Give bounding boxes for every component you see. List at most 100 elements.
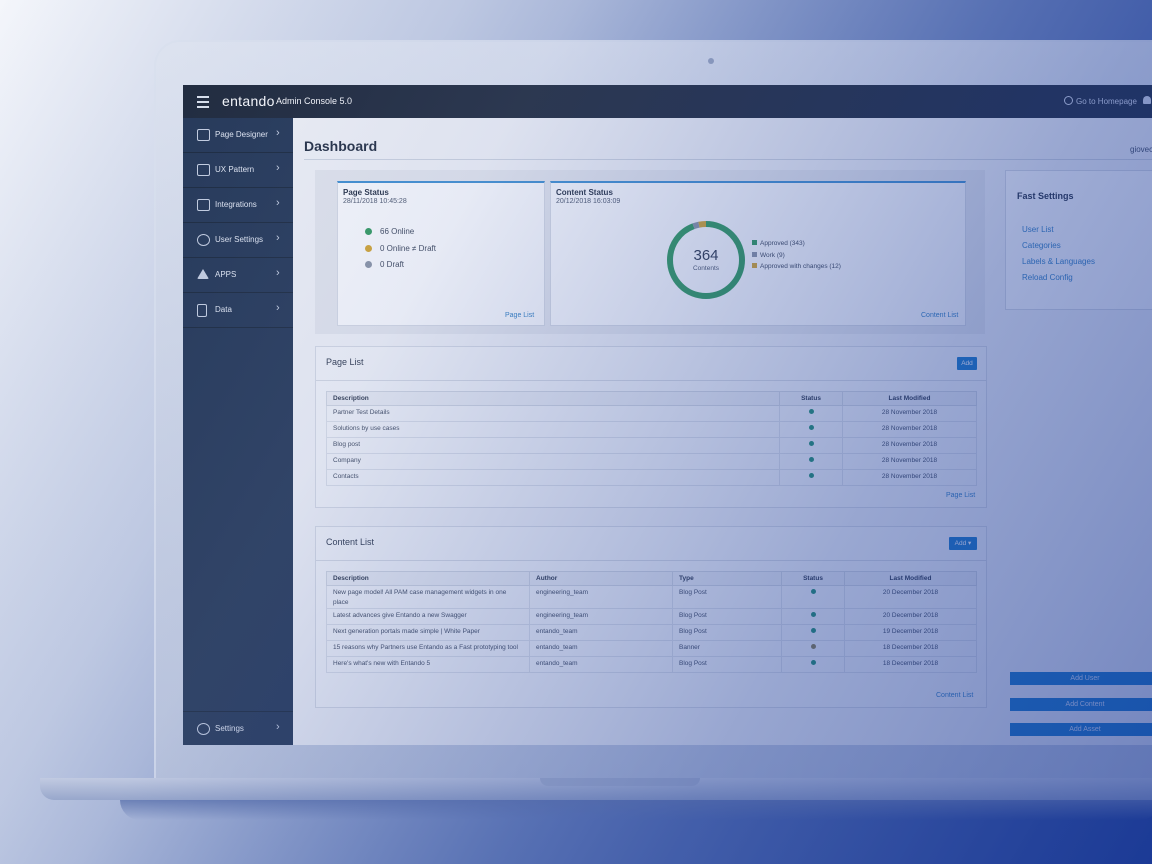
draft-dot-icon [365,261,372,268]
chevron-right-icon: › [276,267,280,279]
console-title: Admin Console 5.0 [276,96,353,106]
table-row[interactable]: Company 28 November 2018 [326,453,977,470]
labels-languages-link[interactable]: Labels & Languages [1022,257,1095,266]
content-list-title: Content List [326,537,375,547]
rocket-icon [197,269,209,279]
page-designer-icon [197,129,210,141]
content-status-card: Content Status 20/12/2018 16:03:09 364 C… [550,181,966,326]
status-dot-icon [810,589,816,594]
page-list-add-button[interactable]: Add [957,357,977,370]
status-online: 66 Online [365,227,414,236]
laptop-camera [708,58,714,64]
col-author: Author [529,571,673,586]
page-list-link[interactable]: Page List [505,312,534,319]
chevron-right-icon: › [276,197,280,209]
status-dot-icon [808,441,814,446]
status-dot-icon [810,660,816,665]
donut-total: 364 [693,247,719,264]
integrations-icon [197,199,210,211]
fast-settings-panel: Fast Settings User List Categories Label… [1005,170,1152,310]
chevron-right-icon: › [276,721,280,733]
col-type: Type [672,571,782,586]
page-list-footer-link[interactable]: Page List [946,492,975,499]
content-list-table: Description Author Type Status Last Modi… [326,571,977,673]
status-online-draft: 0 Online ≠ Draft [365,244,436,253]
username[interactable]: giovec [1130,145,1152,154]
table-row[interactable]: Blog post 28 November 2018 [326,437,977,454]
content-list-add-button[interactable]: Add ▾ [949,537,977,550]
sidebar-item-integrations[interactable]: Integrations › [183,188,293,223]
table-row[interactable]: Partner Test Details 28 November 2018 [326,405,977,422]
status-dot-icon [810,628,816,633]
main-content: Dashboard giovec Page Status 28/11/2018 … [293,118,1152,745]
add-user-button[interactable]: Add User [1010,672,1152,685]
reload-config-link[interactable]: Reload Config [1022,273,1073,282]
sidebar-item-settings[interactable]: Settings › [183,711,293,745]
donut-total-label: Contents [692,265,720,272]
table-row[interactable]: Next generation portals made simple | Wh… [326,624,977,641]
col-description: Description [326,391,780,406]
online-draft-dot-icon [365,245,372,252]
page-list-title: Page List [326,357,364,367]
status-draft: 0 Draft [365,260,404,269]
legend-work: Work (9) [752,252,785,259]
add-content-button[interactable]: Add Content [1010,698,1152,711]
top-bar: entando Admin Console 5.0 Go to Homepage [183,85,1152,118]
chevron-right-icon: › [276,127,280,139]
col-last-modified: Last Modified [844,571,977,586]
bell-icon[interactable] [1143,96,1151,104]
chevron-right-icon: › [276,302,280,314]
content-status-date: 20/12/2018 16:03:09 [556,198,621,205]
table-row[interactable]: Contacts 28 November 2018 [326,469,977,486]
col-description: Description [326,571,530,586]
section-divider [316,380,986,381]
section-divider [316,560,986,561]
page-status-title: Page Status [343,188,389,197]
col-status: Status [779,391,843,406]
content-list-link[interactable]: Content List [921,312,958,319]
title-divider [304,159,1152,160]
legend-approved: Approved (343) [752,240,805,247]
chevron-right-icon: › [276,162,280,174]
page-status-date: 28/11/2018 10:45:28 [343,198,407,205]
col-status: Status [781,571,845,586]
laptop-notch [540,778,700,786]
status-dot-icon [808,425,814,430]
sidebar-item-data[interactable]: Data › [183,293,293,328]
chevron-right-icon: › [276,232,280,244]
table-row[interactable]: 15 reasons why Partners use Entando as a… [326,640,977,657]
status-dot-icon [810,644,816,649]
page-status-card: Page Status 28/11/2018 10:45:28 66 Onlin… [337,181,545,326]
page-title: Dashboard [304,138,378,154]
col-last-modified: Last Modified [842,391,977,406]
categories-link[interactable]: Categories [1022,241,1061,250]
user-list-link[interactable]: User List [1022,225,1054,234]
hamburger-menu-icon[interactable] [197,96,209,111]
online-dot-icon [365,228,372,235]
content-list-section: Content List Add ▾ Description Author Ty… [315,526,987,708]
page-list-table: Description Status Last Modified Partner… [326,391,977,486]
gear-icon [197,723,210,735]
globe-icon [1064,96,1073,105]
status-dot-icon [808,457,814,462]
table-row[interactable]: Latest advances give Entando a new Swagg… [326,608,977,625]
sidebar-item-apps[interactable]: APPS › [183,258,293,293]
status-dot-icon [810,612,816,617]
add-asset-button[interactable]: Add Asset [1010,723,1152,736]
brand-logo: entando [222,93,275,109]
users-icon [197,234,210,246]
content-status-title: Content Status [556,188,613,197]
laptop-shadow [120,800,1152,820]
sidebar-item-ux-pattern[interactable]: UX Pattern › [183,153,293,188]
content-list-footer-link[interactable]: Content List [936,692,973,699]
sidebar: Page Designer › UX Pattern › Integration… [183,118,293,745]
table-row[interactable]: New page model! All PAM case management … [326,585,977,609]
page-list-section: Page List Add Description Status Last Mo… [315,346,987,508]
sidebar-item-user-settings[interactable]: User Settings › [183,223,293,258]
sidebar-item-page-designer[interactable]: Page Designer › [183,118,293,153]
ux-pattern-icon [197,164,210,176]
table-row[interactable]: Here's what's new with Entando 5 entando_… [326,656,977,673]
go-to-homepage-link[interactable]: Go to Homepage [1064,96,1137,106]
status-dot-icon [808,409,814,414]
table-row[interactable]: Solutions by use cases 28 November 2018 [326,421,977,438]
